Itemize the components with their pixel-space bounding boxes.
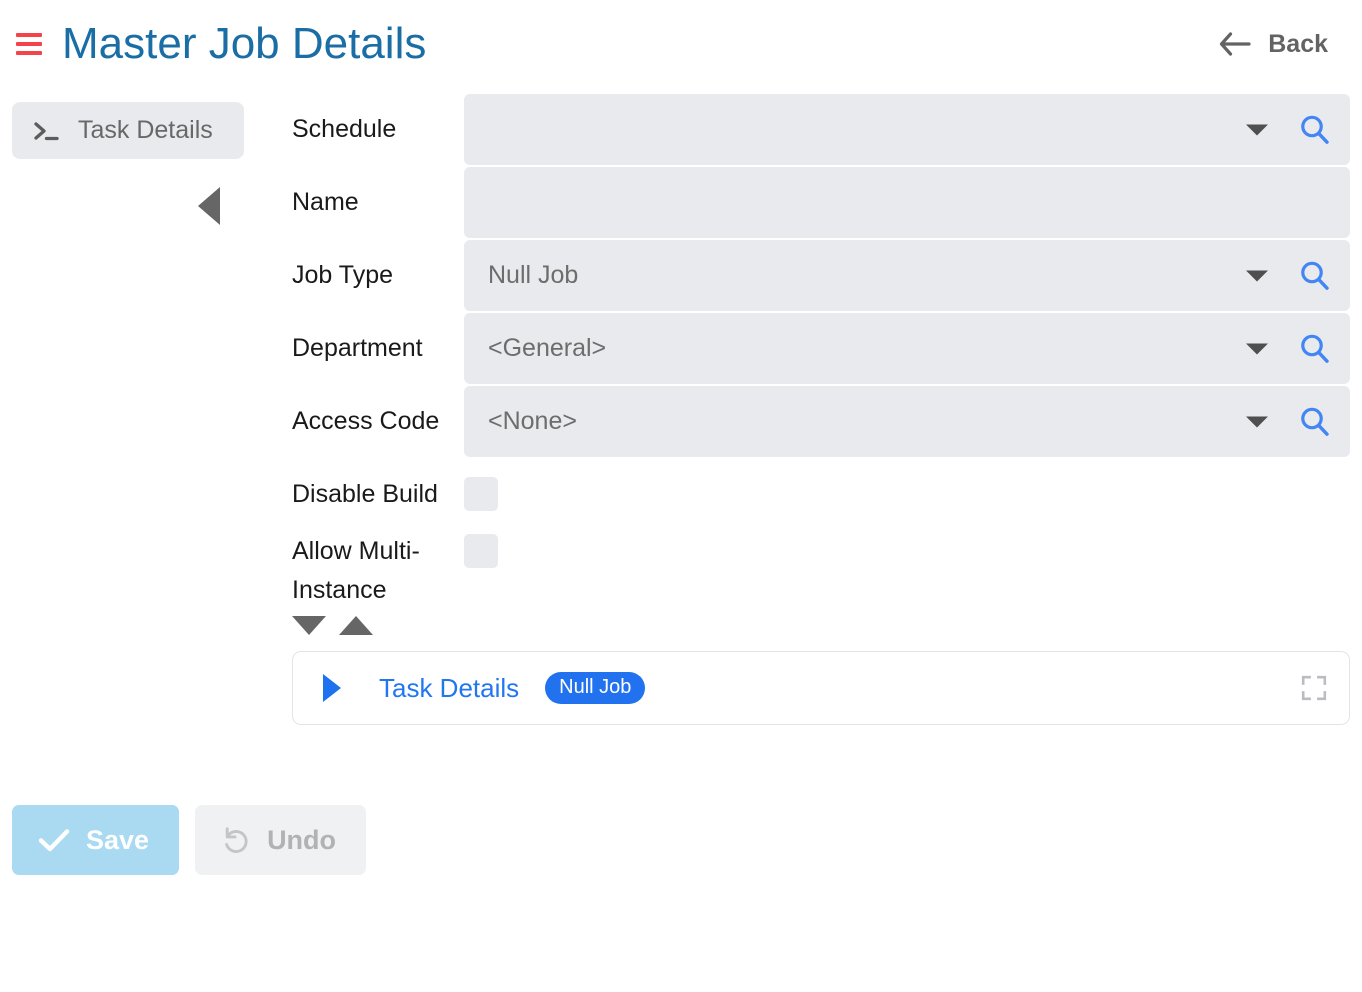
- hamburger-bar: [16, 51, 42, 55]
- back-button[interactable]: Back: [1218, 30, 1328, 59]
- rail-collapse-button[interactable]: [12, 187, 292, 225]
- allow-multi-instance-checkbox[interactable]: [464, 534, 498, 568]
- label-schedule: Schedule: [292, 115, 397, 143]
- page-header: Master Job Details Back: [0, 0, 1362, 88]
- job-type-value: Null Job: [488, 261, 579, 289]
- department-value: <General>: [488, 334, 607, 362]
- page-body: Task Details Schedule Name Job Type Null…: [0, 88, 1362, 743]
- search-icon-schedule[interactable]: [1298, 113, 1332, 147]
- form-row-allow-multi-instance: Allow Multi-Instance: [292, 516, 1350, 610]
- access-code-input[interactable]: <None>: [464, 386, 1350, 457]
- access-code-value: <None>: [488, 407, 577, 435]
- chevron-down-icon-access-code[interactable]: [1246, 416, 1268, 427]
- label-access-code: Access Code: [292, 407, 440, 435]
- check-icon: [38, 829, 70, 852]
- triangle-right-icon[interactable]: [323, 674, 341, 702]
- triangle-down-icon[interactable]: [292, 616, 326, 635]
- schedule-input[interactable]: [464, 94, 1350, 165]
- left-rail: Task Details: [12, 88, 292, 743]
- action-bar: Save Undo: [0, 743, 1362, 875]
- task-details-panel-title[interactable]: Task Details: [379, 673, 519, 704]
- tab-task-details[interactable]: Task Details: [12, 102, 244, 159]
- search-icon-access-code[interactable]: [1298, 405, 1332, 439]
- control-department: <General>: [464, 313, 1350, 384]
- label-department: Department: [292, 334, 423, 362]
- search-icon-department[interactable]: [1298, 332, 1332, 366]
- label-allow-multi-instance: Allow Multi-Instance: [292, 537, 420, 604]
- hamburger-bar: [16, 42, 42, 46]
- form-row-access-code: Access Code <None>: [292, 386, 1350, 457]
- save-button[interactable]: Save: [12, 805, 180, 875]
- save-button-label: Save: [86, 824, 150, 855]
- department-input[interactable]: <General>: [464, 313, 1350, 384]
- control-disable-build: [464, 459, 1350, 511]
- form-row-schedule: Schedule: [292, 94, 1350, 165]
- fullscreen-icon[interactable]: [1301, 675, 1327, 701]
- chevron-down-icon-department[interactable]: [1246, 343, 1268, 354]
- control-name: [464, 167, 1350, 238]
- control-job-type: Null Job: [464, 240, 1350, 311]
- triangle-left-icon: [198, 187, 220, 225]
- undo-button-label: Undo: [267, 824, 337, 855]
- form-row-disable-build: Disable Build: [292, 459, 1350, 514]
- form-row-name: Name: [292, 167, 1350, 238]
- label-name: Name: [292, 188, 359, 216]
- search-icon-job-type[interactable]: [1298, 259, 1332, 293]
- label-job-type: Job Type: [292, 261, 394, 289]
- chevron-down-icon-schedule[interactable]: [1246, 124, 1268, 135]
- undo-icon: [225, 827, 248, 853]
- name-input[interactable]: [464, 167, 1350, 238]
- disable-build-checkbox[interactable]: [464, 477, 498, 511]
- arrow-left-icon: [1220, 32, 1251, 56]
- form-row-job-type: Job Type Null Job: [292, 240, 1350, 311]
- chevron-down-icon-job-type[interactable]: [1246, 270, 1268, 281]
- page-title: Master Job Details: [62, 19, 427, 68]
- form-row-department: Department <General>: [292, 313, 1350, 384]
- control-access-code: <None>: [464, 386, 1350, 457]
- tab-task-details-label: Task Details: [78, 116, 213, 144]
- hamburger-icon[interactable]: [16, 31, 42, 57]
- terminal-icon: [34, 121, 59, 140]
- back-label: Back: [1268, 29, 1328, 58]
- status-badge: Null Job: [545, 672, 646, 704]
- hamburger-bar: [16, 33, 42, 37]
- control-allow-multi-instance: [464, 516, 1350, 568]
- control-schedule: [464, 94, 1350, 165]
- job-type-input[interactable]: Null Job: [464, 240, 1350, 311]
- label-disable-build: Disable Build: [292, 480, 438, 508]
- form-column: Schedule Name Job Type Null Job Departme…: [292, 88, 1362, 743]
- triangle-up-icon[interactable]: [339, 616, 373, 635]
- section-toggle-group: [292, 616, 1350, 635]
- undo-button[interactable]: Undo: [195, 805, 367, 875]
- task-details-panel[interactable]: Task Details Null Job: [292, 651, 1350, 725]
